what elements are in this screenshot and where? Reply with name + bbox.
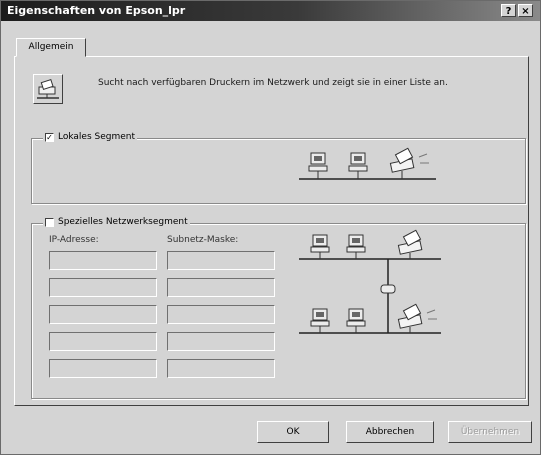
- subnet-mask-field[interactable]: [167, 278, 275, 297]
- cancel-button[interactable]: Abbrechen: [346, 421, 434, 443]
- special-segment-label: Spezielles Netzwerksegment: [58, 217, 188, 227]
- local-segment-diagram: [299, 147, 436, 180]
- close-button[interactable]: ×: [518, 4, 533, 17]
- ip-address-field[interactable]: [49, 278, 157, 297]
- router-icon: [380, 284, 396, 294]
- subnet-mask-field[interactable]: [167, 359, 275, 378]
- printer-icon: [389, 147, 429, 179]
- computer-icon: [310, 234, 330, 259]
- computer-icon: [346, 308, 366, 333]
- help-button[interactable]: ?: [501, 4, 516, 17]
- computer-icon: [308, 152, 328, 179]
- local-segment-group: [31, 138, 526, 204]
- special-segment-checkbox[interactable]: [45, 217, 54, 227]
- description-text: Sucht nach verfügbaren Druckern im Netzw…: [98, 78, 448, 88]
- ok-button[interactable]: OK: [257, 421, 329, 443]
- network-printer-icon: [33, 74, 63, 104]
- computer-icon: [310, 308, 330, 333]
- local-segment-option[interactable]: ✓ Lokales Segment: [43, 132, 138, 142]
- apply-button[interactable]: Übernehmen: [448, 421, 532, 443]
- ip-address-field[interactable]: [49, 251, 157, 270]
- local-segment-checkbox[interactable]: ✓: [45, 132, 54, 142]
- subnet-mask-field[interactable]: [167, 251, 275, 270]
- ip-address-label: IP-Adresse:: [49, 235, 99, 245]
- subnet-mask-field[interactable]: [167, 305, 275, 324]
- computer-icon: [346, 234, 366, 259]
- computer-icon: [348, 152, 368, 179]
- properties-dialog: Eigenschaften von Epson_lpr ? × Allgemei…: [0, 0, 541, 455]
- printer-icon: [397, 229, 423, 259]
- title-bar: Eigenschaften von Epson_lpr ? ×: [1, 1, 540, 21]
- ip-address-field[interactable]: [49, 305, 157, 324]
- subnet-mask-field[interactable]: [167, 332, 275, 351]
- tab-allgemein[interactable]: Allgemein: [16, 38, 86, 57]
- window-title: Eigenschaften von Epson_lpr: [7, 4, 186, 17]
- subnet-mask-label: Subnetz-Maske:: [167, 235, 239, 245]
- ip-address-field[interactable]: [49, 332, 157, 351]
- special-segment-option[interactable]: Spezielles Netzwerksegment: [43, 217, 190, 227]
- printer-icon: [397, 303, 437, 333]
- local-segment-label: Lokales Segment: [58, 132, 136, 142]
- ip-address-field[interactable]: [49, 359, 157, 378]
- special-segment-diagram: [299, 229, 441, 334]
